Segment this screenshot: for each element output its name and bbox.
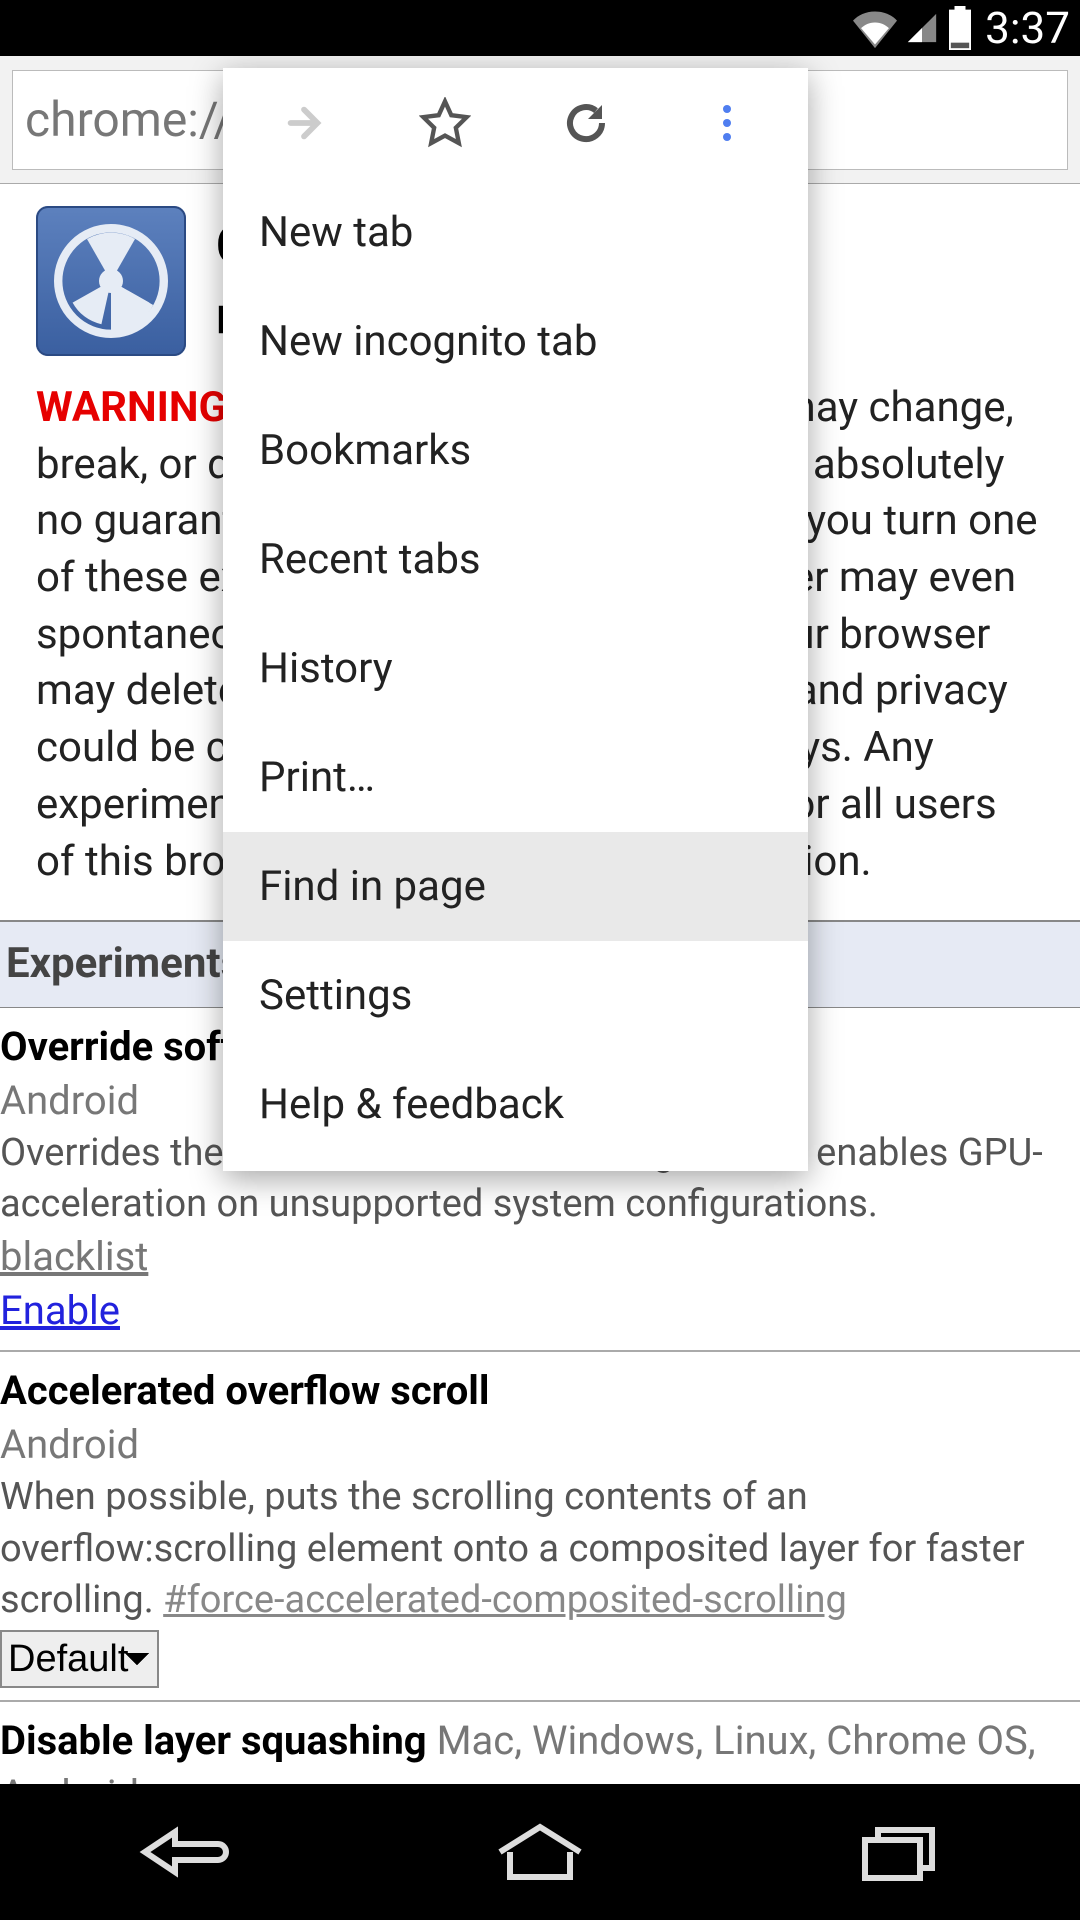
flag-title: Accelerated overflow scroll bbox=[0, 1364, 1080, 1418]
overflow-menu: New tabNew incognito tabBookmarksRecent … bbox=[223, 68, 808, 1171]
cell-icon bbox=[905, 6, 939, 50]
menu-item-settings[interactable]: Settings bbox=[223, 941, 808, 1050]
clock: 3:37 bbox=[985, 2, 1070, 54]
flag-platform: Android bbox=[0, 1418, 1080, 1472]
reload-icon[interactable] bbox=[551, 99, 621, 147]
home-button[interactable] bbox=[480, 1817, 600, 1887]
back-button[interactable] bbox=[120, 1817, 240, 1887]
status-bar: 3:37 bbox=[0, 0, 1080, 56]
system-navbar bbox=[0, 1784, 1080, 1920]
menu-item-help-feedback[interactable]: Help & feedback bbox=[223, 1050, 808, 1159]
flag-item: Accelerated overflow scroll Android When… bbox=[0, 1352, 1080, 1702]
menu-item-find-in-page[interactable]: Find in page bbox=[223, 832, 808, 941]
menu-item-recent-tabs[interactable]: Recent tabs bbox=[223, 505, 808, 614]
menu-item-new-tab[interactable]: New tab bbox=[223, 178, 808, 287]
menu-item-bookmarks[interactable]: Bookmarks bbox=[223, 396, 808, 505]
menu-item-new-incognito-tab[interactable]: New incognito tab bbox=[223, 287, 808, 396]
flag-enable-link[interactable]: Enable bbox=[0, 1287, 120, 1334]
menu-icon-row bbox=[223, 68, 808, 178]
status-icons bbox=[853, 6, 973, 50]
warning-label: WARNING bbox=[36, 383, 227, 432]
forward-icon[interactable] bbox=[269, 100, 339, 146]
flag-item: Disable layer squashing Mac, Windows, Li… bbox=[0, 1702, 1080, 1784]
wifi-icon bbox=[853, 6, 897, 50]
recent-apps-button[interactable] bbox=[840, 1817, 960, 1887]
menu-item-print-[interactable]: Print… bbox=[223, 723, 808, 832]
flag-desc: When possible, puts the scrolling conten… bbox=[0, 1472, 1080, 1626]
menu-item-history[interactable]: History bbox=[223, 614, 808, 723]
battery-icon bbox=[947, 6, 973, 50]
flag-hash[interactable]: #force-accelerated-composited-scrolling bbox=[163, 1578, 847, 1622]
star-icon[interactable] bbox=[410, 97, 480, 149]
radiation-icon bbox=[36, 206, 186, 356]
flag-select[interactable]: Default bbox=[0, 1630, 159, 1688]
flag-title: Disable layer squashing bbox=[0, 1717, 427, 1764]
flag-anchor[interactable]: blacklist bbox=[0, 1233, 148, 1280]
more-vert-icon[interactable] bbox=[692, 99, 762, 147]
experiments-header-text: Experiments bbox=[0, 939, 242, 988]
